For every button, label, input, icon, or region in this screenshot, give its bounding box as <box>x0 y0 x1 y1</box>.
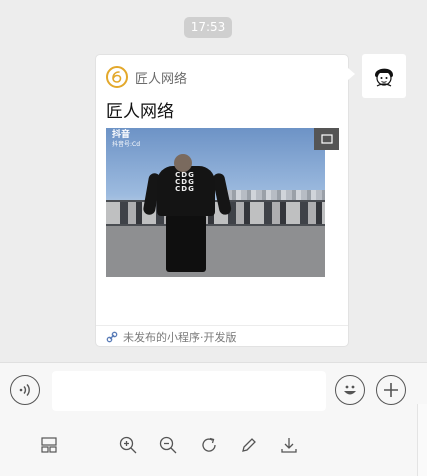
tiktok-watermark: 抖音 抖音号:Cd <box>112 130 140 150</box>
input-bar <box>0 362 427 417</box>
avatar-face-icon <box>375 68 393 87</box>
card-footer: 未发布的小程序·开发版 <box>96 325 348 348</box>
edit-icon <box>242 438 256 452</box>
preview-toolbar <box>0 416 427 476</box>
voice-icon <box>19 384 30 396</box>
fullscreen-badge-icon[interactable] <box>314 128 339 150</box>
emoji-icon <box>344 385 356 395</box>
card-title: 匠人网络 <box>106 102 174 122</box>
tiktok-watermark-sub: 抖音号:Cd <box>112 141 141 148</box>
rooftop-floor <box>106 226 325 277</box>
graffiti-pattern <box>106 202 325 224</box>
card-header: 匠人网络 <box>106 66 187 88</box>
person-legs <box>166 214 206 272</box>
download-icon <box>281 438 297 453</box>
download-button[interactable] <box>278 434 300 456</box>
brand-logo-icon <box>106 66 128 88</box>
plus-button[interactable] <box>376 375 406 405</box>
card-footer-text: 未发布的小程序·开发版 <box>123 331 237 344</box>
zoom-out-button[interactable] <box>157 434 179 456</box>
voice-button[interactable] <box>10 375 40 405</box>
scroll-edge <box>417 404 427 476</box>
message-input[interactable] <box>52 371 326 411</box>
zoom-in-button[interactable] <box>117 434 139 456</box>
rotate-button[interactable] <box>198 434 220 456</box>
edit-button[interactable] <box>238 434 260 456</box>
chat-area: 17:53 匠人网络 匠人网络 CDG CDG CDG 抖音 抖音号:Cd 未发… <box>0 0 427 362</box>
avatar[interactable] <box>362 54 406 98</box>
layout-icon <box>41 437 57 453</box>
zoom-out-icon <box>159 436 177 454</box>
person-head <box>174 154 192 172</box>
zoom-in-icon <box>119 436 137 454</box>
timestamp: 17:53 <box>184 17 232 38</box>
mini-program-link-icon <box>106 331 118 343</box>
mini-program-card[interactable]: 匠人网络 匠人网络 CDG CDG CDG 抖音 抖音号:Cd 未发布的小程序·… <box>95 54 355 348</box>
tiktok-watermark-text: 抖音 <box>112 130 131 140</box>
video-thumbnail[interactable]: CDG CDG CDG 抖音 抖音号:Cd <box>106 128 325 277</box>
emoji-button[interactable] <box>335 375 365 405</box>
layout-button[interactable] <box>38 434 60 456</box>
rotate-icon <box>202 437 216 452</box>
brand-name: 匠人网络 <box>135 71 188 87</box>
shirt-print: CDG CDG CDG <box>175 171 195 193</box>
plus-icon <box>384 383 398 397</box>
